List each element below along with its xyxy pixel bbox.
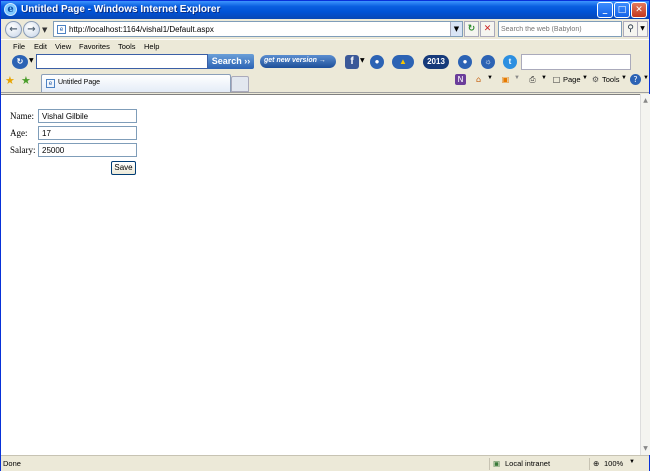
menu-favorites[interactable]: Favorites [79,42,110,51]
tools-dropdown-icon[interactable]: ▼ [621,75,627,81]
zoom-level[interactable]: 100% [604,459,623,468]
toolbar-widget-box[interactable] [521,54,631,70]
search-options-icon[interactable]: ▼ [637,21,648,37]
name-label: Name: [10,111,34,121]
page-icon[interactable]: □ [551,74,562,85]
print-dropdown-icon[interactable]: ▼ [541,75,547,81]
history-dropdown-icon[interactable]: ▼ [42,26,47,34]
new-tab-button[interactable] [231,76,249,92]
search-go-icon[interactable]: ⚲ [623,21,638,37]
scroll-up-icon[interactable]: ▲ [641,96,650,105]
salary-label: Salary: [10,145,36,155]
status-text: Done [3,459,21,468]
tab-untitled-page[interactable]: e Untitled Page [41,74,231,92]
facebook-icon[interactable]: f [345,55,359,69]
minimize-button[interactable]: _ [597,2,613,18]
stop-button[interactable]: ✕ [480,21,495,37]
help-dropdown-icon[interactable]: ▼ [643,75,649,81]
close-button[interactable]: ✕ [631,2,647,18]
forward-button[interactable]: → [23,21,40,38]
menu-tools[interactable]: Tools [118,42,136,51]
badge-2013-icon[interactable]: 2013 [423,55,449,69]
home-dropdown-icon[interactable]: ▼ [487,75,493,81]
age-label: Age: [10,128,28,138]
age-input[interactable] [38,126,137,140]
address-box[interactable]: e http://localhost:1164/vishal1/Default.… [53,21,463,37]
toolbar-search-input[interactable] [36,54,208,69]
ie-window: e Untitled Page - Windows Internet Explo… [0,0,650,471]
zone-text: Local intranet [505,459,551,468]
menu-bar: File Edit View Favorites Tools Help [1,39,649,53]
toolbar-search-button[interactable]: Search ›› [208,54,254,69]
name-input[interactable] [38,109,137,123]
home-icon[interactable]: ⌂ [473,74,484,85]
help-icon[interactable]: ? [630,74,641,85]
zoom-magnifier-icon[interactable]: ⊕ [593,459,599,468]
ie-logo-icon: e [4,3,17,16]
refresh-button[interactable]: ↻ [464,21,479,37]
favorites-star-icon[interactable]: ★ [5,74,15,87]
intranet-zone-icon: ▣ [493,459,501,468]
menu-edit[interactable]: Edit [34,42,47,51]
get-new-version-button[interactable]: get new version → [260,55,336,68]
address-url[interactable]: http://localhost:1164/vishal1/Default.as… [69,25,214,34]
facebook-dropdown-icon[interactable]: ▼ [360,57,365,64]
babylon-menu-icon[interactable]: ▼ [29,57,34,64]
maximize-button[interactable]: □ [614,2,630,18]
twitter-icon[interactable]: t [503,55,517,69]
save-button[interactable]: Save [111,161,136,175]
game-icon[interactable]: ● [458,55,472,69]
tab-label: Untitled Page [58,79,101,86]
menu-help[interactable]: Help [144,42,159,51]
status-bar: Done ▣ Local intranet ⊕ 100% ▼ [1,455,649,471]
lottery-icon[interactable]: ▲ [392,55,414,69]
babylon-logo-icon[interactable]: ↻ [12,55,28,69]
tab-favicon-icon: e [46,79,55,88]
web-search-box[interactable] [498,21,622,37]
page-favicon-icon: e [57,25,66,34]
menu-view[interactable]: View [55,42,71,51]
tools-gear-icon[interactable]: ⚙ [590,74,601,85]
salary-input[interactable] [38,143,137,157]
chat-icon[interactable]: ☼ [481,55,495,69]
title-bar: e Untitled Page - Windows Internet Explo… [1,1,649,19]
tools-menu[interactable]: Tools [602,75,620,84]
feeds-dropdown-icon[interactable]: ▼ [514,75,520,81]
page-dropdown-icon[interactable]: ▼ [582,75,588,81]
vertical-scrollbar[interactable]: ▲ ▼ [640,94,650,455]
tab-row: ★ ★ e Untitled Page N ⌂ ▼ ▣ ▼ ⎙ ▼ □ Page… [1,71,649,93]
web-search-input[interactable] [501,23,621,36]
back-button[interactable]: ← [5,21,22,38]
address-dropdown-icon[interactable]: ▼ [450,22,462,36]
status-divider [489,458,490,470]
window-title: Untitled Page - Windows Internet Explore… [21,4,221,15]
zoom-dropdown-icon[interactable]: ▼ [629,459,635,465]
lock-icon[interactable]: ● [370,55,384,69]
status-divider [589,458,590,470]
babylon-toolbar: ↻ ▼ Search ›› get new version → f ▼ ● ▲ … [1,53,649,71]
scroll-down-icon[interactable]: ▼ [641,444,650,453]
page-content: Name: Age: Salary: Save [1,94,640,455]
print-icon[interactable]: ⎙ [527,74,538,85]
add-favorite-icon[interactable]: ★ [21,74,31,87]
onenote-icon[interactable]: N [455,74,466,85]
feeds-icon[interactable]: ▣ [500,74,511,85]
page-menu[interactable]: Page [563,75,581,84]
address-row: ← → ▼ e http://localhost:1164/vishal1/De… [1,19,649,39]
menu-file[interactable]: File [13,42,25,51]
